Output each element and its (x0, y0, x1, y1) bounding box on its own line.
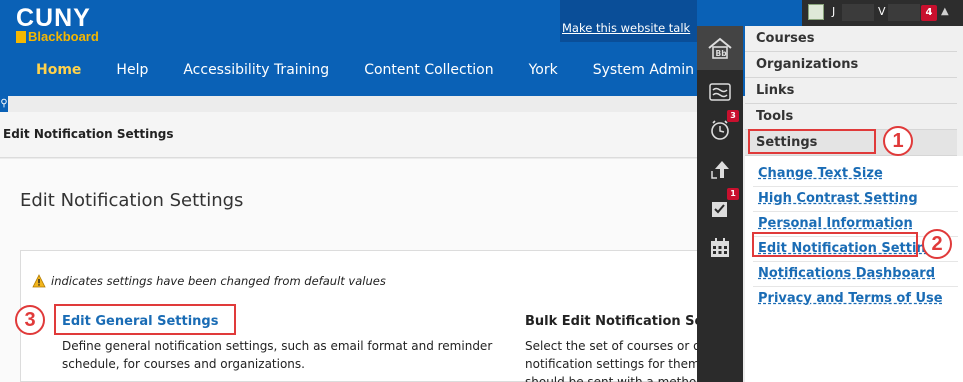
nav-help[interactable]: Help (116, 62, 148, 78)
nav-content-collection[interactable]: Content Collection (364, 62, 493, 78)
callout-box-edit-notification (752, 232, 918, 257)
callout-number-3: 3 (15, 305, 45, 335)
menu-item-tools[interactable]: Tools (745, 104, 957, 130)
global-nav-rail: Bb 3 1 (697, 26, 743, 382)
pin-icon[interactable]: ⚲ (0, 96, 8, 112)
make-website-talk-link[interactable]: Make this website talk (562, 21, 690, 35)
caret-up-icon[interactable]: ▲ (941, 6, 949, 17)
redacted-last-name (888, 4, 920, 21)
sub-item-notifications-dashboard[interactable]: Notifications Dashboard (758, 266, 935, 281)
breadcrumb: Edit Notification Settings (3, 127, 174, 141)
notification-count-badge: 4 (921, 5, 937, 21)
avatar[interactable] (808, 4, 824, 20)
general-settings-description: Define general notification settings, su… (62, 339, 493, 371)
callout-box-settings (748, 129, 876, 154)
calendar-clock-icon[interactable]: 3 (697, 108, 743, 152)
redacted-first-name (842, 4, 874, 21)
sub-item-change-text-size[interactable]: Change Text Size (758, 166, 883, 181)
svg-text:Bb: Bb (716, 49, 728, 58)
bulk-edit-description: Select the set of courses or organizatio… (525, 337, 697, 382)
nav-york[interactable]: York (529, 62, 558, 78)
grades-icon[interactable]: 1 (697, 186, 743, 230)
warning-legend: indicates settings have been changed fro… (32, 274, 386, 288)
cuny-blackboard-logo[interactable]: CUNY Blackboard (16, 6, 99, 43)
divider (753, 211, 958, 212)
menu-item-links[interactable]: Links (745, 78, 957, 104)
breadcrumb-bar: Edit Notification Settings (0, 112, 697, 158)
divider (753, 261, 958, 262)
callout-number-1: 1 (883, 126, 913, 156)
stream-svg (709, 83, 731, 101)
callout-box-general-settings (54, 304, 236, 335)
bulk-desc-line: Select the set of courses or organizatio… (525, 339, 697, 353)
divider (753, 186, 958, 187)
bulk-edit-title[interactable]: Bulk Edit Notification Settings (525, 314, 697, 329)
logo-square-icon (16, 31, 26, 43)
blackboard-home-icon[interactable]: Bb (697, 26, 743, 70)
calendar-badge: 3 (727, 110, 739, 122)
logo-cuny-text: CUNY (16, 4, 91, 32)
nav-accessibility-training[interactable]: Accessibility Training (183, 62, 329, 78)
warning-icon (32, 274, 46, 288)
grades-badge: 1 (727, 188, 739, 200)
logo-blackboard-text: Blackboard (28, 29, 99, 44)
sub-item-high-contrast[interactable]: High Contrast Setting (758, 191, 918, 206)
main-nav: Home Help Accessibility Training Content… (0, 62, 729, 78)
updates-svg (711, 161, 729, 179)
calendar-svg (711, 238, 729, 257)
callout-number-2: 2 (922, 229, 952, 259)
nav-system-admin[interactable]: System Admin (593, 62, 694, 78)
page-title: Edit Notification Settings (20, 190, 244, 211)
warning-text: indicates settings have been changed fro… (51, 274, 386, 288)
sub-item-privacy-terms[interactable]: Privacy and Terms of Use (758, 291, 943, 306)
settings-menu: Courses Organizations Links Tools Settin… (745, 26, 963, 382)
calendar-grid-icon[interactable] (697, 226, 743, 270)
user-last-initial: V (878, 5, 886, 18)
clock-svg (711, 120, 729, 140)
sub-item-personal-information[interactable]: Personal Information (758, 216, 913, 231)
nav-home[interactable]: Home (36, 62, 81, 78)
menu-item-courses[interactable]: Courses (745, 26, 957, 52)
user-first-initial: J (832, 5, 836, 18)
bulk-desc-line: should be sent with a method (525, 375, 697, 382)
bulk-desc-line: notification settings for them (525, 357, 697, 371)
grades-svg (712, 202, 727, 217)
divider (753, 286, 958, 287)
bb-home-svg: Bb (708, 37, 732, 59)
menu-item-organizations[interactable]: Organizations (745, 52, 957, 78)
